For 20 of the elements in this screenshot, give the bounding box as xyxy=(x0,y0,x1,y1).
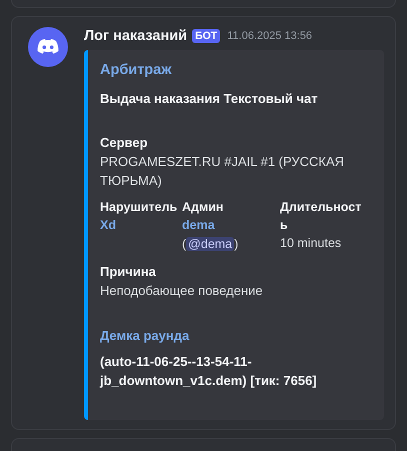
message-timestamp: 11.06.2025 13:56 xyxy=(227,30,312,42)
field-value: PROGAMESZET.RU #JAIL #1 (РУССКАЯ ТЮРЬМА) xyxy=(100,154,344,188)
field-name: Демка раунда xyxy=(100,327,190,345)
field-value: (auto-11-06-25--13-54-11-jb_downtown_v1c.dem) [тик: 7656] xyxy=(100,354,317,388)
embed-description: Выдача наказания Текстовый чат xyxy=(100,91,319,106)
field-value: 10 minutes xyxy=(280,236,342,250)
field-value: Неподобающее поведение xyxy=(100,283,263,298)
field-name: Админ xyxy=(182,199,224,216)
author-name[interactable]: Лог наказаний xyxy=(84,28,188,44)
field-name: Нарушитель xyxy=(100,199,178,216)
field-name: Причина xyxy=(100,263,157,281)
user-mention[interactable]: @dema xyxy=(186,237,234,251)
field-value: ) xyxy=(234,237,238,251)
user-link[interactable]: dema xyxy=(182,218,215,232)
field-name: Сервер xyxy=(100,134,149,152)
bot-tag: БОТ xyxy=(192,29,220,43)
user-link[interactable]: Xd xyxy=(100,218,116,232)
field-value: ( xyxy=(182,237,186,251)
field-name: Длительность xyxy=(280,199,362,234)
embed-title[interactable]: Арбитраж xyxy=(100,62,368,78)
